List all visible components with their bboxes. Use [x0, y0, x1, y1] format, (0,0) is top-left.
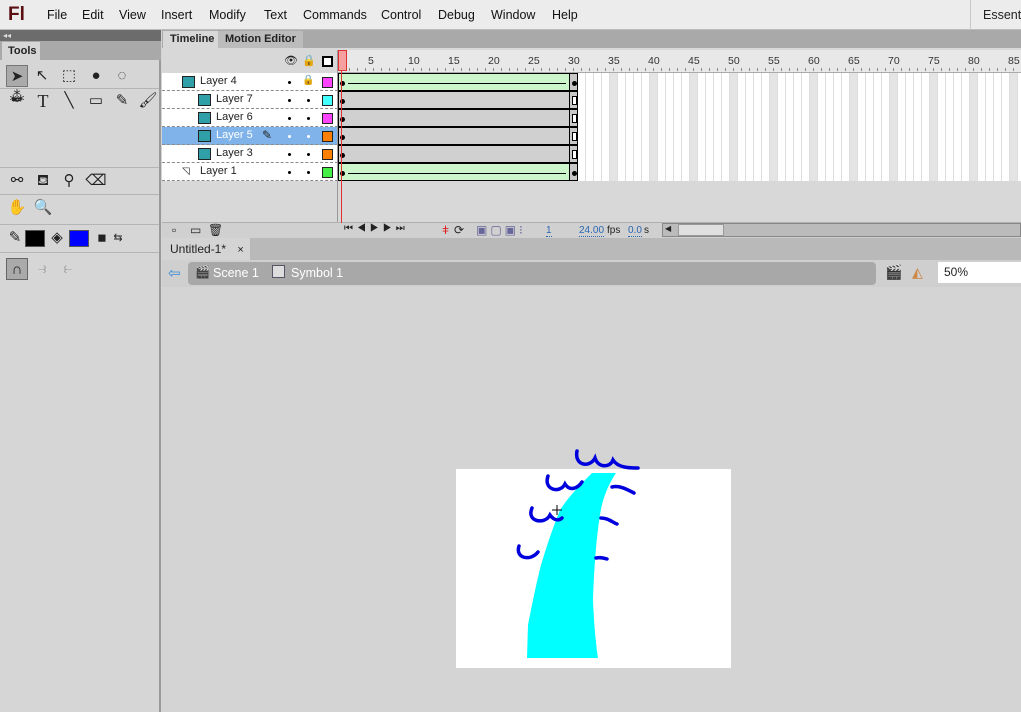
wave-3 — [610, 484, 636, 495]
wave-2 — [545, 474, 584, 492]
wave-1 — [574, 449, 640, 470]
stage-artwork — [516, 449, 640, 658]
wave-5 — [599, 516, 619, 526]
waterfall-shape — [527, 473, 616, 658]
wave-6 — [516, 544, 540, 560]
wave-7 — [594, 555, 609, 561]
